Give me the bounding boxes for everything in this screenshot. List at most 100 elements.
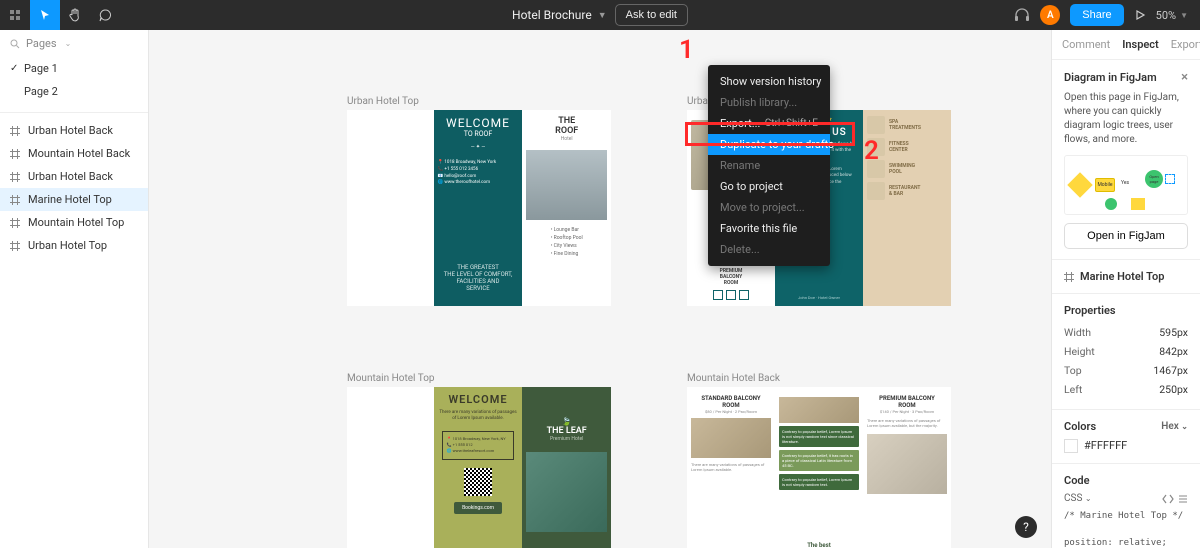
layer-item[interactable]: Urban Hotel Back [0,119,148,142]
layer-item[interactable]: Urban Hotel Back [0,165,148,188]
chevron-down-icon: ▼ [1180,11,1188,20]
frame-icon [1064,272,1074,282]
panel-collage [347,387,434,548]
user-avatar[interactable]: A [1040,5,1060,25]
panel-roof: THE ROOF Hotel • Lounge Bar• Rooftop Poo… [522,110,611,306]
best-place: The best Place to relax [801,542,838,548]
artboard-label: Urban Hotel Top [347,96,611,107]
roof-sub: Hotel [561,136,573,142]
frame-icon [10,195,20,205]
file-title-area: Hotel Brochure ▼ Ask to edit [512,4,688,26]
color-mode-select[interactable]: Hex ⌄ [1161,421,1188,432]
menu-item[interactable]: Move to project... [708,197,830,218]
figma-logo-icon [9,9,21,21]
artboard-mountain-hotel-top[interactable]: Mountain Hotel Top WELCOME There are man… [347,373,611,548]
colors-section: Colors Hex ⌄ #FFFFFF [1052,410,1200,464]
amenity-row: FITNESS CENTER [867,138,947,156]
artboard-mountain-hotel-back[interactable]: Mountain Hotel Back STANDARD BALCONY ROO… [687,373,951,548]
move-tool-button[interactable] [30,0,60,30]
layer-item[interactable]: Mountain Hotel Top [0,211,148,234]
menu-item[interactable]: Favorite this file [708,218,830,239]
color-row[interactable]: #FFFFFF [1064,439,1188,453]
welcome-heading: WELCOME [448,393,507,406]
premium-label: PREMIUM BALCONY ROOM [720,268,743,286]
selection-name: Marine Hotel Top [1080,270,1164,283]
figjam-title: Diagram in FigJam [1064,71,1157,84]
hand-tool-button[interactable] [60,0,90,30]
layer-item[interactable]: Marine Hotel Top [0,188,148,211]
property-row: Left250px [1064,380,1188,399]
zoom-control[interactable]: 50% ▼ [1156,9,1188,22]
tab-inspect[interactable]: Inspect [1122,38,1159,51]
menu-item[interactable]: Delete... [708,239,830,260]
right-panel-tabs: Comment Inspect Export [1052,30,1200,60]
artboard-urban-hotel-top[interactable]: Urban Hotel Top WELCOME TO ROOF — ✦ — 📍 … [347,96,611,306]
present-icon[interactable] [1134,9,1146,21]
frame-icon [10,149,20,159]
menu-item[interactable]: Rename [708,155,830,176]
selection-section: Marine Hotel Top [1052,260,1200,294]
amenity-row: SWIMMING POOL [867,160,947,178]
amenity-row: RESTAURANT & BAR [867,182,947,200]
help-button[interactable]: ? [1015,516,1037,538]
panel-collage [347,110,434,306]
colors-label: Colors [1064,420,1096,433]
close-icon[interactable]: × [1181,70,1188,85]
main-menu-button[interactable] [0,0,30,30]
open-in-figjam-button[interactable]: Open in FigJam [1064,223,1188,249]
panel-premium-room: PREMIUM BALCONY ROOM $140 / Per Night · … [863,387,951,548]
menu-item[interactable]: Publish library... [708,92,830,113]
page-item[interactable]: Page 1 [0,57,148,80]
top-toolbar: Hotel Brochure ▼ Ask to edit A Share 50%… [0,0,1200,30]
pages-label: Pages [26,37,57,50]
chevron-down-icon: ▼ [598,10,607,21]
list-icon[interactable] [1178,494,1188,504]
property-row: Width595px [1064,323,1188,342]
artboard-label: Mountain Hotel Back [687,373,951,384]
file-name-dropdown[interactable]: Hotel Brochure ▼ [512,8,607,22]
property-row: Height842px [1064,342,1188,361]
frame-icon [10,172,20,182]
annotation-2: 2 [864,136,879,166]
left-panel: Pages ⌄ Page 1Page 2 Urban Hotel BackMou… [0,30,149,548]
panel-welcome: WELCOME There are many variations of pas… [434,387,523,548]
headphones-icon[interactable] [1014,8,1030,22]
code-label: Code [1064,474,1090,487]
comment-tool-button[interactable] [90,0,120,30]
menu-item[interactable]: Go to project [708,176,830,197]
figjam-section: Diagram in FigJam × Open this page in Fi… [1052,60,1200,260]
menu-item[interactable]: Export...Ctrl+Shift+E [708,113,830,134]
tab-export[interactable]: Export [1171,38,1200,51]
qr-code [464,468,492,496]
layer-item[interactable]: Mountain Hotel Back [0,142,148,165]
leaf-title: THE LEAF [547,426,587,436]
file-name-label: Hotel Brochure [512,8,592,22]
properties-section: Properties Width595pxHeight842pxTop1467p… [1052,294,1200,410]
code-output[interactable]: /* Marine Hotel Top */ position: relativ… [1064,510,1188,548]
ask-to-edit-button[interactable]: Ask to edit [615,4,688,26]
canvas[interactable]: 1 2 Show version historyPublish library.… [149,30,1051,548]
page-item[interactable]: Page 2 [0,80,148,103]
amenity-row: SPA TREATMENTS [867,116,947,134]
share-button[interactable]: Share [1070,4,1123,26]
search-icon [10,39,20,49]
panel-leaf: 🍃 THE LEAF Premium Hotel [522,387,611,548]
pages-header[interactable]: Pages ⌄ [0,30,148,57]
menu-item[interactable]: Duplicate to your drafts [708,134,830,155]
layer-item[interactable]: Urban Hotel Top [0,234,148,257]
tab-comment[interactable]: Comment [1062,38,1110,51]
welcome-sub: TO ROOF [464,130,492,138]
menu-item[interactable]: Show version history [708,71,830,92]
frame-icon [10,241,20,251]
code-icon[interactable] [1162,494,1174,504]
hand-icon [68,8,82,22]
artboard-label: Mountain Hotel Top [347,373,611,384]
properties-label: Properties [1064,304,1116,317]
welcome-heading: WELCOME [446,116,510,130]
book-badge: Bookings.com [454,502,502,514]
panel-standard-room: STANDARD BALCONY ROOM $80 / Per Night · … [687,387,775,548]
color-value: #FFFFFF [1084,439,1127,452]
comment-icon [99,9,112,22]
frame-icon [10,218,20,228]
code-lang-select[interactable]: CSS ⌄ [1064,493,1092,504]
